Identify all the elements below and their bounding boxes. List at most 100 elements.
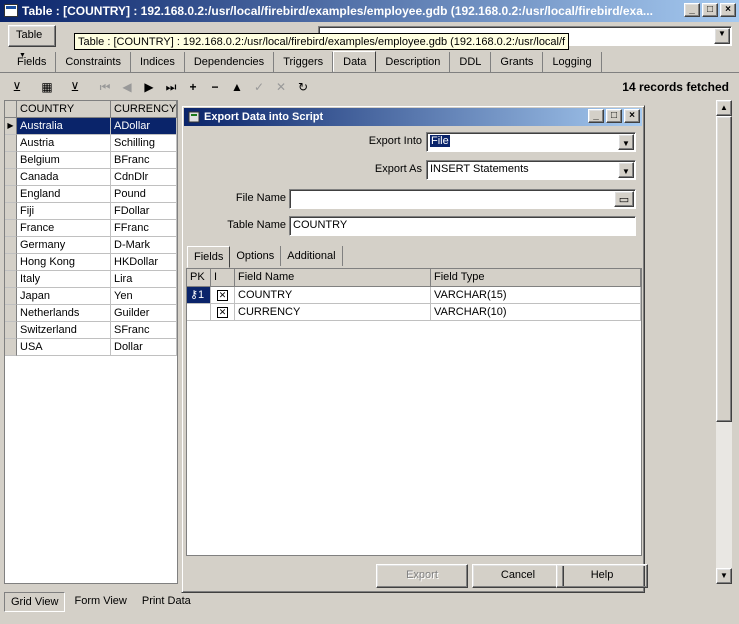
scroll-thumb[interactable]: [716, 116, 732, 422]
field-type-cell[interactable]: VARCHAR(15): [431, 287, 641, 304]
cell-country[interactable]: Hong Kong: [17, 254, 111, 271]
cancel-edit-icon[interactable]: ✕: [272, 78, 290, 96]
tab-grants[interactable]: Grants: [491, 51, 544, 72]
cell-country[interactable]: Australia: [17, 118, 111, 135]
table-row[interactable]: Switzerland SFranc: [5, 322, 177, 339]
table-row[interactable]: Fiji FDollar: [5, 203, 177, 220]
column-header-pk[interactable]: PK: [187, 269, 211, 287]
refresh-icon[interactable]: ↻: [294, 78, 312, 96]
next-record-icon[interactable]: ▶: [140, 78, 158, 96]
cell-country[interactable]: Switzerland: [17, 322, 111, 339]
cell-currency[interactable]: Dollar: [111, 339, 177, 356]
chevron-down-icon[interactable]: ▼: [618, 134, 634, 150]
tab-form-view[interactable]: Form View: [68, 592, 132, 612]
edit-record-icon[interactable]: ▲: [228, 78, 246, 96]
chevron-down-icon[interactable]: ▼: [714, 28, 730, 44]
table-row[interactable]: ▶ Australia ADollar: [5, 118, 177, 135]
tab-indices[interactable]: Indices: [131, 51, 185, 72]
cell-currency[interactable]: Schilling: [111, 135, 177, 152]
column-header-currency[interactable]: CURRENCY: [111, 101, 177, 118]
export-into-select[interactable]: File ▼: [426, 132, 636, 152]
table-row[interactable]: ⚷1 ✕ COUNTRY VARCHAR(15): [187, 287, 641, 304]
field-name-cell[interactable]: CURRENCY: [235, 304, 431, 321]
field-type-cell[interactable]: VARCHAR(10): [431, 304, 641, 321]
cell-currency[interactable]: SFranc: [111, 322, 177, 339]
cell-country[interactable]: USA: [17, 339, 111, 356]
fields-grid[interactable]: PK I Field Name Field Type ⚷1 ✕ COUNTRY …: [186, 268, 642, 556]
cell-country[interactable]: Germany: [17, 237, 111, 254]
dialog-minimize-button[interactable]: _: [588, 109, 604, 123]
table-row[interactable]: Netherlands Guilder: [5, 305, 177, 322]
vertical-scrollbar[interactable]: ▲ ▼: [716, 100, 732, 584]
post-edit-icon[interactable]: ✓: [250, 78, 268, 96]
filter-add-icon[interactable]: ⊻: [66, 78, 84, 96]
field-name-cell[interactable]: COUNTRY: [235, 287, 431, 304]
table-row[interactable]: France FFranc: [5, 220, 177, 237]
cell-country[interactable]: Belgium: [17, 152, 111, 169]
file-name-input[interactable]: ▭: [289, 189, 636, 209]
table-row[interactable]: ✕ CURRENCY VARCHAR(10): [187, 304, 641, 321]
cell-currency[interactable]: FFranc: [111, 220, 177, 237]
scroll-up-icon[interactable]: ▲: [716, 100, 732, 116]
cell-country[interactable]: Japan: [17, 288, 111, 305]
table-row[interactable]: Japan Yen: [5, 288, 177, 305]
table-row[interactable]: Austria Schilling: [5, 135, 177, 152]
cell-currency[interactable]: D-Mark: [111, 237, 177, 254]
tab-logging[interactable]: Logging: [543, 51, 602, 72]
column-header-field-type[interactable]: Field Type: [431, 269, 641, 287]
table-name-input[interactable]: COUNTRY: [289, 216, 636, 236]
minimize-button[interactable]: _: [684, 3, 700, 17]
cell-country[interactable]: Netherlands: [17, 305, 111, 322]
cell-country[interactable]: Fiji: [17, 203, 111, 220]
cell-currency[interactable]: BFranc: [111, 152, 177, 169]
table-menu-button[interactable]: Table ▼: [8, 25, 56, 59]
table-row[interactable]: Italy Lira: [5, 271, 177, 288]
first-record-icon[interactable]: ⏮: [96, 78, 114, 96]
cell-currency[interactable]: FDollar: [111, 203, 177, 220]
data-grid[interactable]: COUNTRY CURRENCY ▶ Australia ADollar Austr…: [4, 100, 178, 584]
tab-triggers[interactable]: Triggers: [274, 51, 334, 72]
cell-country[interactable]: France: [17, 220, 111, 237]
export-button[interactable]: Export: [376, 564, 468, 588]
cell-currency[interactable]: Guilder: [111, 305, 177, 322]
dialog-maximize-button[interactable]: □: [606, 109, 622, 123]
last-record-icon[interactable]: ⏭: [162, 78, 180, 96]
cell-currency[interactable]: Pound: [111, 186, 177, 203]
maximize-button[interactable]: □: [702, 3, 718, 17]
tab-dependencies[interactable]: Dependencies: [185, 51, 275, 72]
table-row[interactable]: Belgium BFranc: [5, 152, 177, 169]
include-checkbox[interactable]: ✕: [211, 287, 235, 304]
tab-data[interactable]: Data: [333, 51, 377, 72]
cell-country[interactable]: Austria: [17, 135, 111, 152]
tab-grid-view[interactable]: Grid View: [4, 592, 66, 612]
table-row[interactable]: England Pound: [5, 186, 177, 203]
dialog-title-bar[interactable]: Export Data into Script _ □ ×: [184, 108, 642, 126]
tab-description[interactable]: Description: [376, 51, 451, 72]
table-filter-icon[interactable]: ▦: [38, 78, 56, 96]
cell-currency[interactable]: HKDollar: [111, 254, 177, 271]
help-button[interactable]: Help: [556, 564, 648, 588]
tab-fields[interactable]: Fields: [187, 246, 231, 268]
table-row[interactable]: Hong Kong HKDollar: [5, 254, 177, 271]
chevron-down-icon[interactable]: ▼: [618, 162, 634, 178]
filter-icon[interactable]: ⊻: [8, 78, 26, 96]
prior-record-icon[interactable]: ◀: [118, 78, 136, 96]
tab-print-data[interactable]: Print Data: [136, 592, 197, 612]
window-title-bar[interactable]: Table : [COUNTRY] : 192.168.0.2:/usr/loc…: [0, 0, 739, 22]
table-row[interactable]: Canada CdnDlr: [5, 169, 177, 186]
tab-ddl[interactable]: DDL: [450, 51, 492, 72]
column-header-include[interactable]: I: [211, 269, 235, 287]
insert-record-icon[interactable]: +: [184, 78, 202, 96]
folder-open-icon[interactable]: ▭: [614, 191, 634, 207]
delete-record-icon[interactable]: −: [206, 78, 224, 96]
tab-additional[interactable]: Additional: [281, 246, 343, 266]
cell-currency[interactable]: ADollar: [111, 118, 177, 135]
scroll-down-icon[interactable]: ▼: [716, 568, 732, 584]
export-as-select[interactable]: INSERT Statements ▼: [426, 160, 636, 180]
table-row[interactable]: Germany D-Mark: [5, 237, 177, 254]
include-checkbox[interactable]: ✕: [211, 304, 235, 321]
table-row[interactable]: USA Dollar: [5, 339, 177, 356]
tab-fields[interactable]: Fields: [8, 51, 57, 72]
cancel-button[interactable]: Cancel: [472, 564, 564, 588]
column-header-country[interactable]: COUNTRY: [17, 101, 111, 118]
